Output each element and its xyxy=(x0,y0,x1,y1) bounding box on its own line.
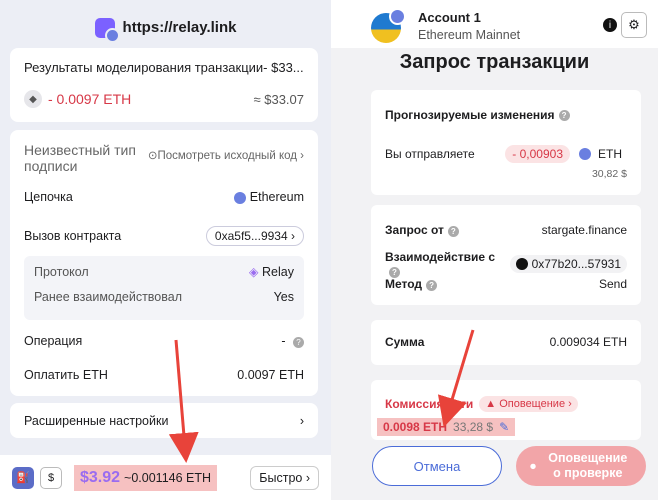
contract-label: Вызов контракта xyxy=(24,229,122,243)
address-identicon-icon xyxy=(515,258,528,270)
settings-sliders-icon[interactable]: ⚙ xyxy=(621,12,647,38)
help-icon[interactable]: ? xyxy=(447,226,459,237)
gas-pump-icon[interactable]: ⛽ xyxy=(12,466,34,489)
cancel-button[interactable]: Отмена xyxy=(372,446,502,486)
speed-select[interactable]: Быстро › xyxy=(250,465,319,490)
coin-settings-icon[interactable]: $ xyxy=(40,466,62,489)
ethereum-icon xyxy=(233,191,246,204)
fee-highlight: $3.92 ~0.001146 ETH xyxy=(74,464,218,491)
interacted-label: Ранее взаимодействовал xyxy=(34,290,182,304)
signature-type: Неизвестный тип подписи xyxy=(24,142,136,174)
changes-label: Прогнозируемые изменения xyxy=(385,108,555,122)
operation-value: - ? xyxy=(281,334,304,348)
interact-label: Взаимодействие с xyxy=(385,250,496,264)
interacted-value: Yes xyxy=(273,290,294,304)
fee-usd: 33,28 $ xyxy=(453,420,494,434)
protocol-box: Протокол ◈ Relay Ранее взаимодействовал … xyxy=(24,256,304,320)
chevron-right-icon: › xyxy=(299,414,304,428)
method-value: Send xyxy=(598,277,627,291)
amount-card: Сумма 0.009034 ETH xyxy=(371,320,641,365)
info-icon[interactable]: i xyxy=(603,18,617,32)
fee-warning-badge[interactable]: ▲ Оповещение › xyxy=(479,396,578,412)
review-alert-button[interactable]: ● Оповещение о проверке xyxy=(516,446,646,486)
edit-pencil-icon[interactable]: ✎ xyxy=(499,420,509,434)
fee-highlight: 0.0098 ETH 33,28 $ ✎ xyxy=(377,418,516,436)
operation-label: Операция xyxy=(24,334,83,348)
interact-address-button[interactable]: 0x77b20...57931 xyxy=(509,255,627,273)
send-usd: 30,82 $ xyxy=(591,168,627,180)
relay-logo-icon xyxy=(94,17,120,43)
fee-usd: $3.92 xyxy=(80,468,121,486)
request-from-label: Запрос от xyxy=(385,223,444,237)
site-url: https://relay.link xyxy=(122,19,237,36)
token-ethereum: ETH xyxy=(574,145,627,163)
account-avatar[interactable] xyxy=(371,8,406,43)
ethereum-icon xyxy=(579,148,591,160)
alert-icon: ● xyxy=(529,458,537,473)
ethereum-icon: ◆ xyxy=(24,90,42,108)
pay-label: Оплатить ETH xyxy=(24,368,108,382)
help-icon[interactable]: ? xyxy=(293,337,304,348)
advanced-settings-label: Расширенные настройки xyxy=(24,414,169,428)
request-info-card: Запрос от? stargate.finance Взаимодейств… xyxy=(371,205,641,305)
fee-footer: ⛽ $ $3.92 ~0.001146 ETH Быстро › xyxy=(0,455,331,500)
fee-eth: ~0.001146 ETH xyxy=(124,470,212,485)
simulation-amount: - 0.0097 ETH xyxy=(48,91,132,107)
protocol-value: ◈ Relay xyxy=(248,265,294,279)
help-icon[interactable]: ? xyxy=(558,109,570,121)
predicted-changes-card: Прогнозируемые изменения? Вы отправляете… xyxy=(371,90,641,195)
chain-label: Цепочка xyxy=(24,190,73,204)
amount-label: Сумма xyxy=(385,335,425,349)
pay-value: 0.0097 ETH xyxy=(237,368,304,382)
simulation-usd: ≈ $33.07 xyxy=(253,91,304,107)
metamask-panel: Account 1 Ethereum Mainnet i ⚙ Запрос тр… xyxy=(331,0,658,500)
relay-wallet-panel: https://relay.link Результаты моделирова… xyxy=(0,0,331,500)
relay-icon: ◈ xyxy=(248,265,259,279)
screenshot-root: https://relay.link Результаты моделирова… xyxy=(0,0,658,500)
method-label: Метод xyxy=(385,277,423,291)
simulation-card: Результаты моделирования транзакции- $33… xyxy=(10,48,318,122)
fee-eth: 0.0098 ETH xyxy=(383,420,448,434)
send-amount: - 0,00903 xyxy=(505,145,570,163)
account-name[interactable]: Account 1 xyxy=(418,10,481,25)
request-from-value: stargate.finance xyxy=(541,223,627,237)
view-source-link[interactable]: ⊙Посмотреть исходный код › xyxy=(148,142,304,174)
contract-address-button[interactable]: 0xa5f5...9934 › xyxy=(205,226,304,246)
fee-label: Комиссия сети xyxy=(385,397,474,411)
account-header: Account 1 Ethereum Mainnet i ⚙ xyxy=(331,0,658,48)
details-card: Неизвестный тип подписи ⊙Посмотреть исхо… xyxy=(10,130,318,396)
advanced-settings-row[interactable]: Расширенные настройки › xyxy=(10,403,318,438)
send-label: Вы отправляете xyxy=(385,147,475,161)
page-title: Запрос транзакции xyxy=(399,51,590,73)
chain-value: Ethereum xyxy=(233,190,304,204)
amount-value: 0.009034 ETH xyxy=(549,335,627,349)
site-header: https://relay.link xyxy=(0,0,331,55)
protocol-label: Протокол xyxy=(34,264,89,279)
help-icon[interactable]: ? xyxy=(426,280,438,291)
warning-triangle-icon: ▲ xyxy=(485,398,497,410)
simulation-title: Результаты моделирования транзакции- $33… xyxy=(24,60,304,75)
network-name: Ethereum Mainnet xyxy=(418,28,521,42)
